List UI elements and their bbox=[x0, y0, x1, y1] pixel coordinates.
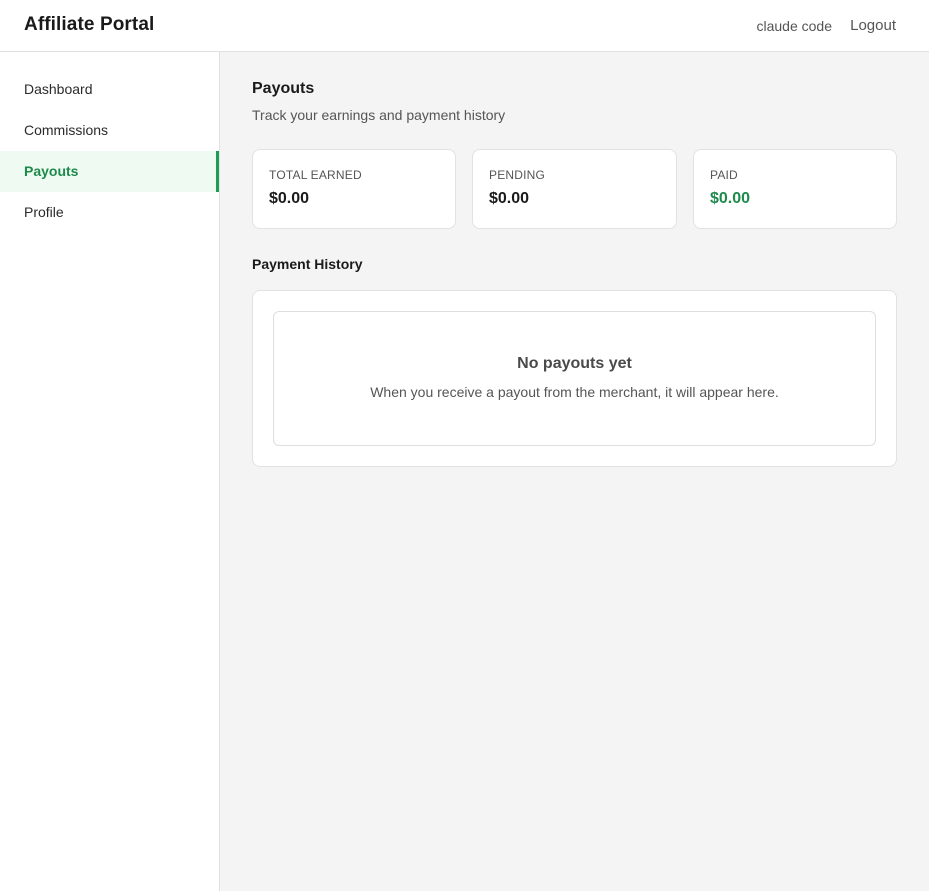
logout-link[interactable]: Logout bbox=[850, 17, 896, 34]
payment-history-panel: No payouts yet When you receive a payout… bbox=[252, 290, 897, 467]
sidebar-item-commissions[interactable]: Commissions bbox=[0, 110, 219, 151]
stat-value: $0.00 bbox=[710, 190, 751, 207]
top-bar: Affiliate Portal claude code Logout bbox=[0, 0, 929, 52]
stat-label: TOTAL EARNED bbox=[269, 168, 362, 182]
stat-value: $0.00 bbox=[489, 190, 530, 207]
sidebar-item-profile[interactable]: Profile bbox=[0, 192, 219, 233]
sidebar: Dashboard Commissions Payouts Profile bbox=[0, 52, 220, 891]
empty-state-description: When you receive a payout from the merch… bbox=[370, 384, 779, 400]
stat-value: $0.00 bbox=[269, 190, 310, 207]
empty-state-title: No payouts yet bbox=[517, 355, 632, 372]
main-content: Payouts Track your earnings and payment … bbox=[220, 52, 929, 891]
sidebar-item-dashboard[interactable]: Dashboard bbox=[0, 69, 219, 110]
sidebar-nav: Dashboard Commissions Payouts Profile bbox=[0, 69, 219, 233]
user-name: claude code bbox=[756, 18, 832, 34]
stat-label: PAID bbox=[710, 168, 738, 182]
stat-label: PENDING bbox=[489, 168, 546, 182]
page-subtitle: Track your earnings and payment history bbox=[252, 107, 506, 123]
sidebar-item-payouts[interactable]: Payouts bbox=[0, 151, 219, 192]
app-brand: Affiliate Portal bbox=[24, 14, 155, 35]
stat-card-pending: PENDING $0.00 bbox=[472, 149, 677, 229]
stat-card-paid: PAID $0.00 bbox=[693, 149, 897, 229]
empty-state: No payouts yet When you receive a payout… bbox=[273, 311, 876, 446]
stat-card-total-earned: TOTAL EARNED $0.00 bbox=[252, 149, 456, 229]
payment-history-title: Payment History bbox=[252, 256, 363, 272]
page-title: Payouts bbox=[252, 80, 315, 97]
